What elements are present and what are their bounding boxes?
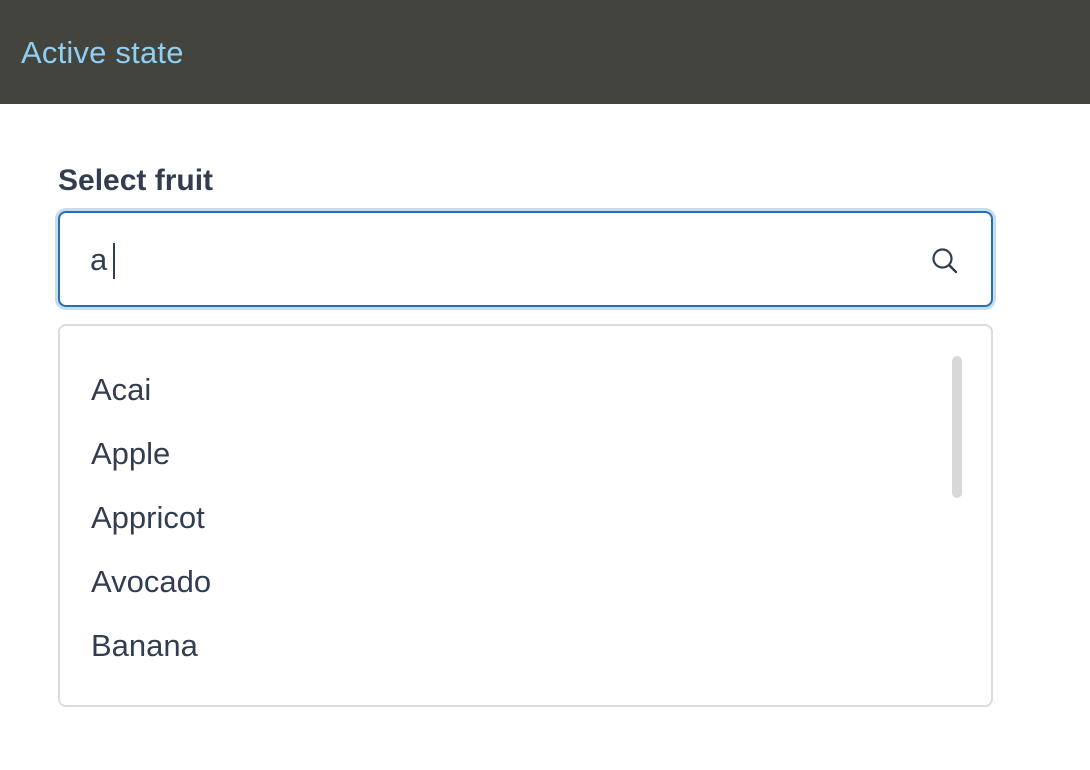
option-apple[interactable]: Apple <box>60 422 940 486</box>
fruit-options-dropdown: Acai Apple Appricot Avocado Banana <box>58 324 993 707</box>
page-title: Active state <box>21 35 184 70</box>
search-icon[interactable] <box>930 246 960 276</box>
option-avocado[interactable]: Avocado <box>60 550 940 614</box>
option-appricot[interactable]: Appricot <box>60 486 940 550</box>
dropdown-scrollbar[interactable] <box>952 356 962 498</box>
option-list: Acai Apple Appricot Avocado Banana <box>60 358 940 678</box>
fruit-search-field[interactable] <box>58 211 993 307</box>
option-acai[interactable]: Acai <box>60 358 940 422</box>
fruit-search-input[interactable] <box>90 239 910 281</box>
page-header: Active state <box>0 0 1090 104</box>
option-banana[interactable]: Banana <box>60 614 940 678</box>
text-caret <box>113 243 115 279</box>
select-fruit-label: Select fruit <box>58 164 214 197</box>
